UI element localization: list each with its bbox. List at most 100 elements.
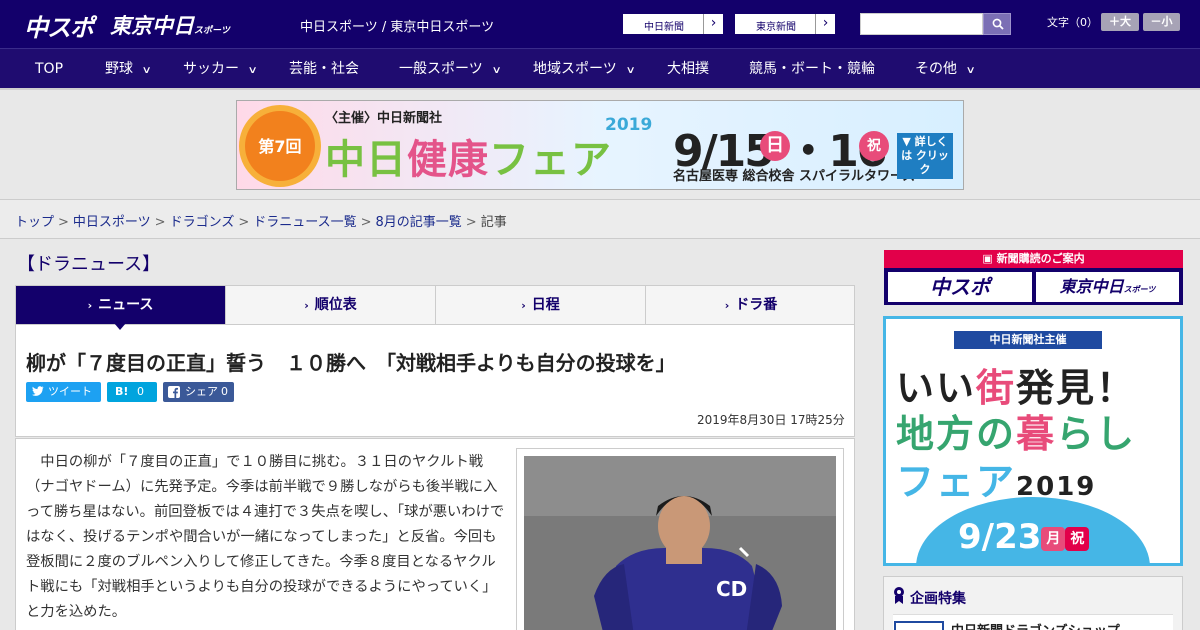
nav-item-soccer[interactable]: サッカー ∨ bbox=[183, 49, 258, 89]
ad-line2-c: らし bbox=[1056, 412, 1137, 456]
nav-label: 野球 bbox=[105, 61, 133, 77]
nav-label: サッカー bbox=[183, 61, 239, 77]
nav-item-other[interactable]: その他 ∨ bbox=[915, 49, 976, 89]
site-links[interactable]: 中日スポーツ / 東京中日スポーツ bbox=[300, 16, 494, 35]
tweet-button[interactable]: ツイート bbox=[26, 382, 101, 402]
chevron-down-icon: ∨ bbox=[625, 65, 636, 76]
tab-label: ドラ番 bbox=[735, 297, 778, 313]
ad-date: 9/23 月祝 bbox=[958, 517, 1090, 557]
nav-label: 一般スポーツ bbox=[399, 61, 483, 77]
breadcrumb-link-chunichi-sports[interactable]: 中日スポーツ bbox=[73, 215, 151, 230]
nav-item-sumo[interactable]: 大相撲 bbox=[667, 49, 709, 89]
article-date: 2019年8月30日 17時25分 bbox=[697, 413, 845, 427]
breadcrumb-separator: > bbox=[465, 215, 477, 230]
tokyo-chunichi-logo-sub: スポーツ bbox=[194, 26, 230, 36]
breadcrumb-bar: トップ > 中日スポーツ > ドラゴンズ > ドラニュース一覧 >8月の記事一覧 > 記事 bbox=[0, 199, 1200, 239]
banner-title-pink: 健康 bbox=[407, 137, 489, 183]
nav-label: TOP bbox=[35, 61, 64, 77]
breadcrumb-link-top[interactable]: トップ bbox=[15, 215, 54, 230]
subscribe-tokyo-chunichi-button[interactable]: 東京中日スポーツ bbox=[1036, 272, 1179, 302]
breadcrumb-separator: > bbox=[154, 215, 166, 230]
tab-news[interactable]: › ニュース bbox=[16, 286, 226, 324]
facebook-share-label: シェア bbox=[185, 385, 218, 398]
tokyo-chunichi-logo[interactable]: 東京中日スポーツ bbox=[110, 10, 230, 40]
article-photo: CD bbox=[524, 456, 836, 630]
tweet-label: ツイート bbox=[48, 385, 92, 398]
nav-item-baseball[interactable]: 野球 ∨ bbox=[105, 49, 152, 89]
ad-line2-a: 地方の bbox=[896, 412, 1017, 456]
article-headline: 柳が「７度目の正直」誓う １０勝へ 「対戦相手よりも自分の投球を」 bbox=[26, 351, 676, 375]
top-header: 中スポ 東京中日スポーツ 中日スポーツ / 東京中日スポーツ 中日新聞 › 東京… bbox=[0, 0, 1200, 48]
chevron-down-icon: ∨ bbox=[491, 65, 502, 76]
chevron-right-icon: › bbox=[703, 14, 723, 34]
main-nav: TOP 野球 ∨ サッカー ∨ 芸能・社会 一般スポーツ ∨ 地域スポーツ ∨ 大相撲 … bbox=[0, 48, 1200, 90]
tab-label: 順位表 bbox=[314, 297, 357, 313]
banner-venue: 名古屋医専 総合校舎 スパイラルタワーズ bbox=[673, 169, 916, 184]
breadcrumb-link-news-list[interactable]: ドラニュース一覧 bbox=[253, 215, 356, 230]
article-body: 中日の柳が「７度目の正直」で１０勝目に挑む。３１日のヤクルト戦（ナゴヤドーム）に… bbox=[26, 454, 505, 620]
paper-link-label: 中日新聞 bbox=[644, 22, 684, 33]
facebook-icon bbox=[168, 386, 180, 398]
ad-header: 中日新聞社主催 bbox=[954, 331, 1102, 349]
hatena-icon: B! bbox=[115, 385, 129, 398]
banner-badge: 第7回 bbox=[258, 137, 302, 156]
section-title: 【ドラニュース】 bbox=[17, 254, 161, 275]
ad-line3-a: フェア bbox=[896, 460, 1017, 504]
font-increase-button[interactable]: ＋大 bbox=[1101, 13, 1139, 31]
tab-standings[interactable]: › 順位表 bbox=[226, 286, 436, 324]
ad-date-text: 9/23 bbox=[958, 517, 1042, 557]
subscribe-button-label: 東京中日 bbox=[1059, 277, 1124, 296]
tokyo-shimbun-link[interactable]: 東京新聞 › bbox=[734, 13, 836, 35]
feature-item-label[interactable]: 中日新聞ドラゴンズショップ bbox=[951, 620, 1120, 630]
banner-host: 〈主催〉中日新聞社 bbox=[325, 111, 443, 126]
chevron-right-icon: › bbox=[87, 299, 93, 312]
nav-item-racing[interactable]: 競馬・ボート・競輪 bbox=[749, 49, 875, 89]
pitcher-photo-illustration: CD bbox=[524, 456, 836, 630]
chevron-right-icon: › bbox=[521, 299, 526, 312]
subscribe-chunichi-sports-button[interactable]: 中スポ bbox=[888, 272, 1032, 302]
chunichi-shimbun-link[interactable]: 中日新聞 › bbox=[622, 13, 724, 35]
tab-label: 日程 bbox=[531, 297, 560, 313]
chunichi-sports-logo[interactable]: 中スポ bbox=[24, 8, 94, 43]
search-button[interactable] bbox=[983, 13, 1011, 35]
breadcrumb-separator: > bbox=[360, 215, 372, 230]
hatena-bookmark-button[interactable]: B! 0 bbox=[107, 382, 157, 402]
nav-item-top[interactable]: TOP bbox=[35, 49, 63, 89]
breadcrumb-link-august[interactable]: 8月の記事一覧 bbox=[376, 215, 462, 230]
ad-line3: フェア2019 bbox=[896, 451, 1096, 506]
feature-thumbnail bbox=[894, 621, 944, 630]
subscription-heading: ▣ 新聞購読のご案内 bbox=[884, 250, 1183, 268]
tokyo-chunichi-logo-text: 東京中日 bbox=[110, 14, 194, 38]
breadcrumb: トップ > 中日スポーツ > ドラゴンズ > ドラニュース一覧 >8月の記事一覧 > 記事 bbox=[15, 211, 507, 230]
banner-title: 中日健康フェア bbox=[325, 127, 612, 185]
search-input[interactable] bbox=[860, 13, 983, 35]
local-life-fair-ad[interactable]: 中日新聞社主催 いい街発見！ 地方の暮らし フェア2019 9/23 月祝 bbox=[883, 316, 1183, 566]
nav-item-entertainment[interactable]: 芸能・社会 bbox=[289, 49, 359, 89]
tab-dora-ban[interactable]: › ドラ番 bbox=[646, 286, 856, 324]
feature-title: 企画特集 bbox=[910, 591, 966, 607]
newspaper-icon: ▣ bbox=[982, 252, 997, 265]
nav-label: その他 bbox=[915, 61, 957, 77]
flower-badge-icon: 第7回 bbox=[245, 111, 315, 181]
banner-title-tail: フェア bbox=[489, 137, 612, 183]
jersey-logo: CD bbox=[716, 577, 747, 601]
chevron-right-icon: › bbox=[724, 299, 730, 312]
banner-day2: 祝 bbox=[859, 131, 889, 161]
health-fair-banner[interactable]: 第7回 〈主催〉中日新聞社 中日健康フェア 2019 9/15 ・16 日 祝 … bbox=[236, 100, 964, 190]
nav-item-general-sports[interactable]: 一般スポーツ ∨ bbox=[399, 49, 502, 89]
font-decrease-button[interactable]: －小 bbox=[1143, 13, 1180, 31]
ad-holiday: 祝 bbox=[1065, 526, 1090, 551]
breadcrumb-link-dragons[interactable]: ドラゴンズ bbox=[170, 215, 235, 230]
subscribe-button-sub: スポーツ bbox=[1123, 285, 1156, 294]
chevron-right-icon: › bbox=[815, 14, 835, 34]
chevron-down-icon: ∨ bbox=[965, 65, 976, 76]
banner-year: 2019 bbox=[605, 115, 653, 135]
search-icon bbox=[992, 18, 1004, 30]
facebook-share-button[interactable]: シェア 0 bbox=[163, 382, 234, 402]
nav-label: 大相撲 bbox=[667, 61, 709, 77]
ribbon-icon bbox=[894, 587, 904, 604]
banner-detail-button[interactable]: ▼ 詳しくは クリック bbox=[897, 133, 953, 179]
subscription-heading-text: 新聞購読のご案内 bbox=[996, 252, 1085, 265]
nav-item-local-sports[interactable]: 地域スポーツ ∨ bbox=[533, 49, 636, 89]
tab-schedule[interactable]: › 日程 bbox=[436, 286, 646, 324]
